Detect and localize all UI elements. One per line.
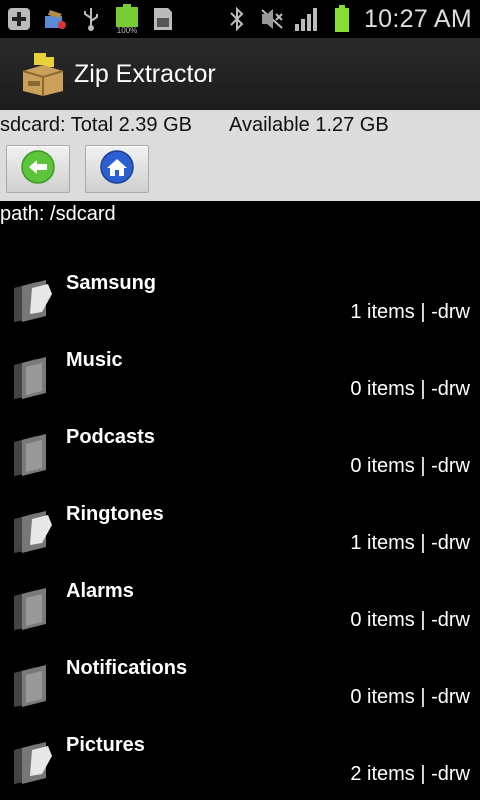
status-bar: 100% 10:27 AM <box>0 0 480 38</box>
clock: 10:27 AM <box>363 4 472 33</box>
list-item[interactable]: Ringtones 1 items | -drw <box>0 491 480 568</box>
list-item[interactable]: Pictures 2 items | -drw <box>0 722 480 799</box>
file-info: 0 items | -drw <box>350 686 470 708</box>
folder-icon <box>12 278 54 324</box>
file-name: Samsung <box>66 272 157 294</box>
folder-icon <box>12 432 54 478</box>
file-info: 0 items | -drw <box>350 378 470 400</box>
file-info: 1 items | -drw <box>350 532 470 554</box>
battery-full-icon: 100% <box>114 4 140 34</box>
file-name: Pictures <box>66 734 145 756</box>
list-item[interactable]: Podcasts 0 items | -drw <box>0 414 480 491</box>
back-button[interactable] <box>6 145 70 193</box>
file-info: 0 items | -drw <box>350 609 470 631</box>
back-arrow-icon <box>20 149 56 190</box>
home-button[interactable] <box>85 145 149 193</box>
zip-box-icon <box>20 51 66 97</box>
list-item[interactable]: Music 0 items | -drw <box>0 337 480 414</box>
file-name: Alarms <box>66 580 134 602</box>
file-info: 1 items | -drw <box>350 301 470 323</box>
file-name: Ringtones <box>66 503 164 525</box>
storage-available: Available 1.27 GB <box>228 113 389 136</box>
list-item[interactable]: Samsung 1 items | -drw <box>0 260 480 337</box>
battery-icon <box>329 5 355 32</box>
file-name: Notifications <box>66 657 188 679</box>
storage-info: sdcard: Total 2.39 GB Available 1.27 GB <box>0 110 480 140</box>
svg-text:100%: 100% <box>117 26 137 34</box>
file-list: Samsung 1 items | -drw Music 0 items | -… <box>0 260 480 799</box>
folder-icon <box>12 355 54 401</box>
file-info: 2 items | -drw <box>350 763 470 785</box>
file-name: Podcasts <box>66 426 155 448</box>
list-item[interactable]: Notifications 0 items | -drw <box>0 645 480 722</box>
file-info: 0 items | -drw <box>350 455 470 477</box>
folder-icon <box>12 663 54 709</box>
app-title-bar: Zip Extractor <box>0 38 480 111</box>
storage-total: sdcard: Total 2.39 GB <box>0 113 192 136</box>
sd-card-icon <box>150 6 176 32</box>
storage-panel: sdcard: Total 2.39 GB Available 1.27 GB <box>0 110 480 201</box>
folder-icon <box>12 509 54 555</box>
toolbar <box>0 140 480 193</box>
signal-icon <box>294 6 320 32</box>
folder-icon <box>12 586 54 632</box>
file-name: Music <box>66 349 123 371</box>
usb-icon <box>78 6 104 32</box>
app-title: Zip Extractor <box>74 59 216 88</box>
home-icon <box>99 149 135 190</box>
mute-icon <box>259 6 285 32</box>
list-item[interactable]: Alarms 0 items | -drw <box>0 568 480 645</box>
add-icon <box>6 6 32 32</box>
download-icon <box>42 6 68 32</box>
folder-icon <box>12 740 54 786</box>
bluetooth-icon <box>224 6 250 32</box>
current-path: path: /sdcard <box>0 203 116 225</box>
